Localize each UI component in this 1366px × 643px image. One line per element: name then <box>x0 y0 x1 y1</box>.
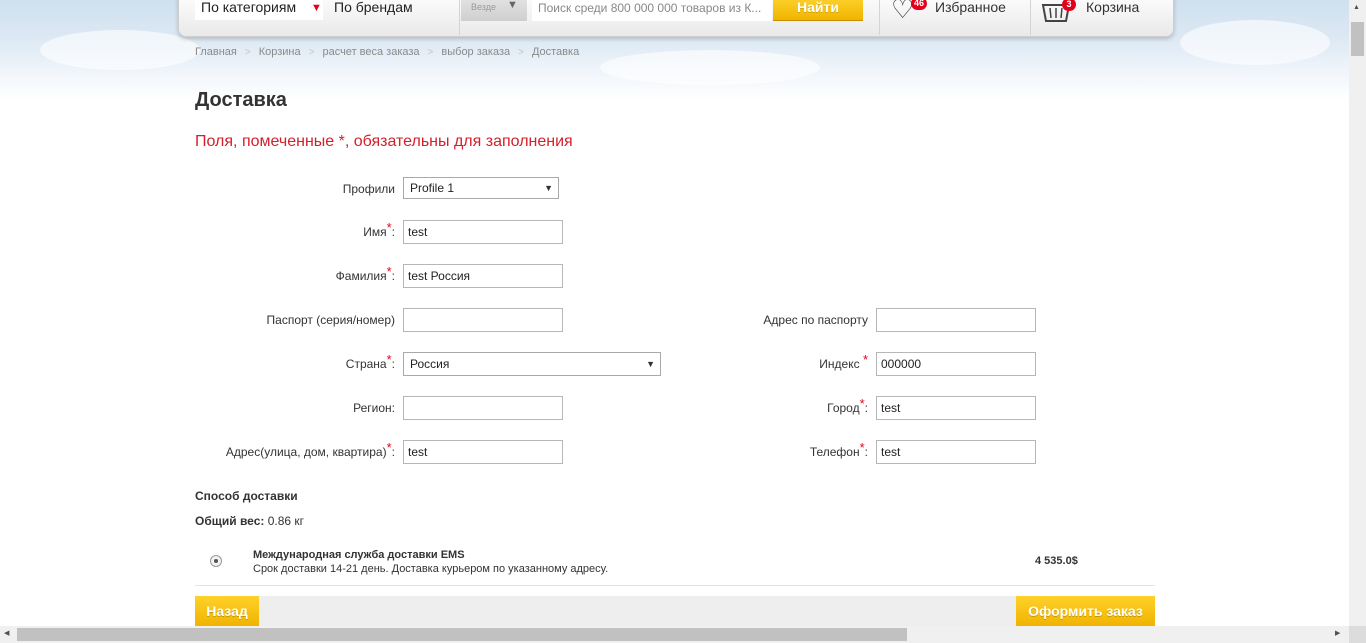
categories-label: По категориям <box>201 0 297 15</box>
back-button[interactable]: Назад <box>195 596 259 626</box>
cart-label: Корзина <box>1086 0 1140 15</box>
divider <box>879 0 880 35</box>
name-field[interactable] <box>403 220 563 244</box>
chevron-down-icon: ▼ <box>311 2 322 14</box>
passport-field[interactable] <box>403 308 563 332</box>
surname-label: Фамилия*: <box>335 264 395 284</box>
chevron-down-icon: ▼ <box>507 0 518 11</box>
brands-link[interactable]: По брендам <box>334 0 413 16</box>
horizontal-scroll-thumb[interactable] <box>17 628 907 641</box>
chevron-down-icon: ▼ <box>544 183 553 193</box>
search-input[interactable] <box>532 0 772 21</box>
vertical-scroll-thumb[interactable] <box>1351 22 1364 56</box>
divider <box>459 0 460 35</box>
search-button[interactable]: Найти <box>773 0 863 21</box>
index-label: Индекс * <box>819 352 868 372</box>
favorites-label: Избранное <box>935 0 1006 15</box>
scroll-left-icon[interactable]: ◀ <box>4 629 9 637</box>
profiles-select[interactable]: Profile 1 ▼ <box>403 177 559 199</box>
profiles-label: Профили <box>342 182 395 196</box>
city-field[interactable] <box>876 396 1036 420</box>
breadcrumb-order-select[interactable]: выбор заказа <box>441 46 510 58</box>
phone-label: Телефон*: <box>809 440 868 460</box>
categories-dropdown[interactable]: По категориям ▼ <box>195 0 323 20</box>
name-label: Имя*: <box>363 220 395 240</box>
index-field[interactable] <box>876 352 1036 376</box>
breadcrumb-home[interactable]: Главная <box>195 46 237 58</box>
breadcrumb-cart[interactable]: Корзина <box>259 46 301 58</box>
country-selected-value: Россия <box>410 357 450 371</box>
form-actions-bar <box>195 596 1155 626</box>
breadcrumb-current: Доставка <box>531 46 580 58</box>
delivery-option-price: 4 535.0$ <box>1035 555 1078 567</box>
page-title: Доставка <box>195 89 287 111</box>
phone-field[interactable] <box>876 440 1036 464</box>
delivery-option-radio[interactable] <box>210 555 222 567</box>
checkout-button[interactable]: Оформить заказ <box>1016 596 1155 626</box>
vertical-scrollbar[interactable]: ▲ <box>1349 0 1366 643</box>
horizontal-scrollbar[interactable]: ◀ ▶ <box>0 626 1349 643</box>
favorites-count-badge: 46 <box>911 0 927 10</box>
passport-address-field[interactable] <box>876 308 1036 332</box>
required-fields-note: Поля, помеченные *, обязательны для запо… <box>195 133 573 150</box>
scrollbar-corner <box>1349 626 1366 643</box>
search-scope-label: Везде <box>471 2 496 12</box>
address-label: Адрес(улица, дом, квартира)*: <box>225 440 395 460</box>
country-label: Страна*: <box>345 352 395 372</box>
delivery-option-description: Срок доставки 14-21 день. Доставка курье… <box>253 563 609 575</box>
scroll-right-icon[interactable]: ▶ <box>1335 629 1340 637</box>
breadcrumb-weight[interactable]: расчет веса заказа <box>322 46 419 58</box>
city-label: Город*: <box>827 396 868 416</box>
region-label: Регион: <box>353 401 395 415</box>
scroll-up-icon[interactable]: ▲ <box>1353 4 1360 11</box>
profiles-selected-value: Profile 1 <box>410 181 455 195</box>
address-field[interactable] <box>403 440 563 464</box>
delivery-option-name: Международная служба доставки EMS <box>253 549 465 561</box>
delivery-method-title: Способ доставки <box>195 489 298 503</box>
divider <box>195 585 1155 586</box>
divider <box>1030 0 1031 35</box>
search-scope-dropdown[interactable]: Везде ▼ <box>461 0 527 21</box>
surname-field[interactable] <box>403 264 563 288</box>
passport-label: Паспорт (серия/номер) <box>266 313 395 327</box>
breadcrumb: Главная > Корзина > расчет веса заказа > выбор… <box>195 46 580 58</box>
country-select[interactable]: Россия ▼ <box>403 352 661 376</box>
chevron-down-icon: ▼ <box>646 359 655 369</box>
total-weight: Общий вес: 0.86 кг <box>195 514 305 528</box>
passport-address-label: Адрес по паспорту <box>763 313 868 327</box>
region-field[interactable] <box>403 396 563 420</box>
